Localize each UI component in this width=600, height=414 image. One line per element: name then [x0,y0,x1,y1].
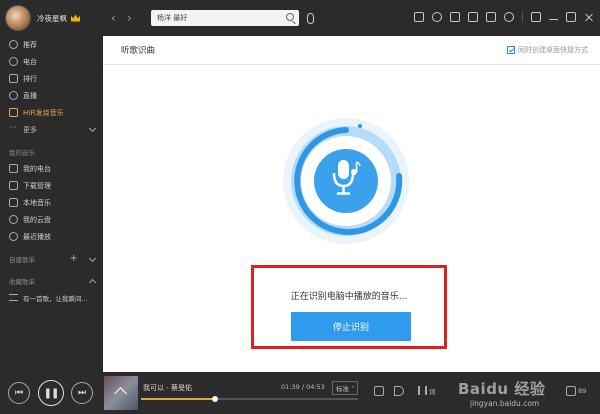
quality-label: 标准 [336,385,349,393]
equalizer-icon[interactable] [418,386,427,395]
sidebar-item-hifi[interactable]: HiFi发烧音乐 [0,104,103,121]
sidebar-item-label: HiFi发烧音乐 [23,108,64,117]
playback-time: 01:39 / 04:53 [281,383,325,391]
section-title-collected-label: 收藏歌单 [9,278,35,286]
recognition-status-box: 正在识别电脑中播放的音乐... 停止识别 [251,265,447,349]
more-dots-icon: ··· [9,123,17,132]
elapsed-time: 01:39 [281,383,300,391]
sidebar-item-label: 我的云盘 [23,215,51,224]
progress-fill [141,398,215,400]
progress-handle[interactable] [211,396,218,402]
forward-arrow-icon[interactable]: › [127,12,137,24]
stop-recognition-button[interactable]: 停止识别 [291,312,411,341]
back-arrow-icon[interactable]: ‹ [111,12,121,24]
chevron-down-icon[interactable] [88,254,97,263]
radio-icon [9,57,18,66]
cloud-icon [9,215,18,224]
playlist-icon[interactable] [414,11,424,22]
total-time: 04:53 [306,383,325,391]
sidebar-item-label: 更多 [23,125,37,134]
search-icon[interactable] [286,13,294,21]
sidebar-item-label: 电台 [23,57,37,66]
skin-icon[interactable] [468,11,478,22]
history-icon [9,232,18,241]
vip-crown-icon[interactable] [71,14,80,22]
settings-icon[interactable] [504,11,514,22]
previous-icon: ⏮ [14,388,24,398]
sidebar-item-label: 排行 [23,74,37,83]
headphones-icon[interactable] [432,11,442,22]
chart-icon [9,74,18,83]
sidebar-item-more[interactable]: ··· 更多 [0,121,103,138]
search-input[interactable] [157,14,277,22]
previous-button[interactable]: ⏮ [8,382,30,404]
chevron-up-icon[interactable] [88,278,97,287]
now-playing-title[interactable]: 我可以 - 蔡旻佑 [143,383,192,393]
download-icon [9,181,18,190]
recognition-status-text: 正在识别电脑中播放的音乐... [290,292,408,302]
toolbar-divider [522,11,523,22]
pause-icon: ❚❚ [43,387,60,399]
sidebar-item-my-radio[interactable]: 我的电台 [0,160,103,177]
progress-bar[interactable] [141,396,358,402]
next-button[interactable]: ⏭ [71,382,93,404]
message-icon[interactable] [486,11,496,22]
close-icon[interactable] [584,12,594,22]
local-music-icon [9,198,18,207]
sidebar-item-label: 本地音乐 [23,198,51,207]
section-title-my-music: 我的音乐 [9,149,35,157]
sidebar-item-label: 我的电台 [23,164,51,173]
gamepad-icon[interactable] [450,11,460,22]
chevron-down-icon[interactable] [88,124,97,133]
sidebar-item-recommend[interactable]: 推荐 [0,36,103,53]
maximize-icon[interactable] [566,11,576,22]
sidebar-item-cloud[interactable]: 我的云盘 [0,211,103,228]
sidebar-item-recent[interactable]: 最近播放 [0,228,103,245]
sidebar-item-radio[interactable]: 电台 [0,53,103,70]
music-mic-icon [332,160,361,195]
next-icon: ⏭ [77,388,87,398]
recommend-icon [9,40,18,49]
add-playlist-icon[interactable]: + [70,253,78,264]
sidebar-item-label: 直播 [23,91,37,100]
collected-playlist-label: 有一首歌，让我瞬间... [23,294,88,303]
hifi-icon [9,108,18,117]
section-title-created: 自建歌单 + [0,251,103,267]
pause-button[interactable]: ❚❚ [38,380,64,406]
quality-selector[interactable]: 标准 ˄ [332,381,359,395]
sidebar-item-ranking[interactable]: 排行 [0,70,103,87]
sidebar-item-local-music[interactable]: 本地音乐 [0,194,103,211]
sidebar-item-label: 推荐 [23,40,37,49]
main-panel: 听歌识曲 同时创建桌面快捷方式 正在识别电脑中播放的音乐... 停止识别 [103,36,600,372]
mini-mode-icon[interactable] [531,11,541,22]
section-title-collected: 收藏歌单 [0,273,103,289]
playlist-icon [9,294,18,301]
profile-bar[interactable]: 冷夜星枫 [0,0,103,36]
sidebar-item-live[interactable]: 直播 [0,87,103,104]
lyrics-toggle[interactable]: 词 [429,386,436,396]
album-cover[interactable] [104,376,138,410]
chevron-up-icon: ˄ [351,385,355,393]
window-toolbar [414,11,594,22]
sidebar-item-label: 最近播放 [23,232,51,241]
collected-playlist-item[interactable]: 有一首歌，让我瞬间... [0,289,103,306]
section-title-created-label: 自建歌单 [9,256,35,264]
sidebar: 冷夜星枫 推荐 电台 排行 直播 HiFi发烧音乐 ··· 更多 我的音乐 我的… [0,0,103,372]
minimize-icon[interactable] [549,19,558,20]
sidebar-item-downloads[interactable]: 下载管理 [0,177,103,194]
expand-up-icon[interactable] [114,387,127,400]
watermark-url: jingyan.baidu.com [470,399,540,408]
search-box[interactable] [151,10,299,26]
watermark-brand: Baidu 经验 [458,380,546,398]
avatar[interactable] [5,5,31,31]
loop-mode-icon[interactable] [374,386,384,396]
username[interactable]: 冷夜星枫 [37,13,67,24]
my-radio-icon [9,164,18,173]
sidebar-item-label: 下载管理 [23,181,51,190]
volume-icon[interactable] [394,386,404,396]
voice-search-icon[interactable] [307,12,314,24]
topbar: ‹ › [103,0,600,36]
baidu-watermark: Baidu 经验 jingyan.baidu.com [452,376,598,414]
live-mic-icon [9,91,18,100]
